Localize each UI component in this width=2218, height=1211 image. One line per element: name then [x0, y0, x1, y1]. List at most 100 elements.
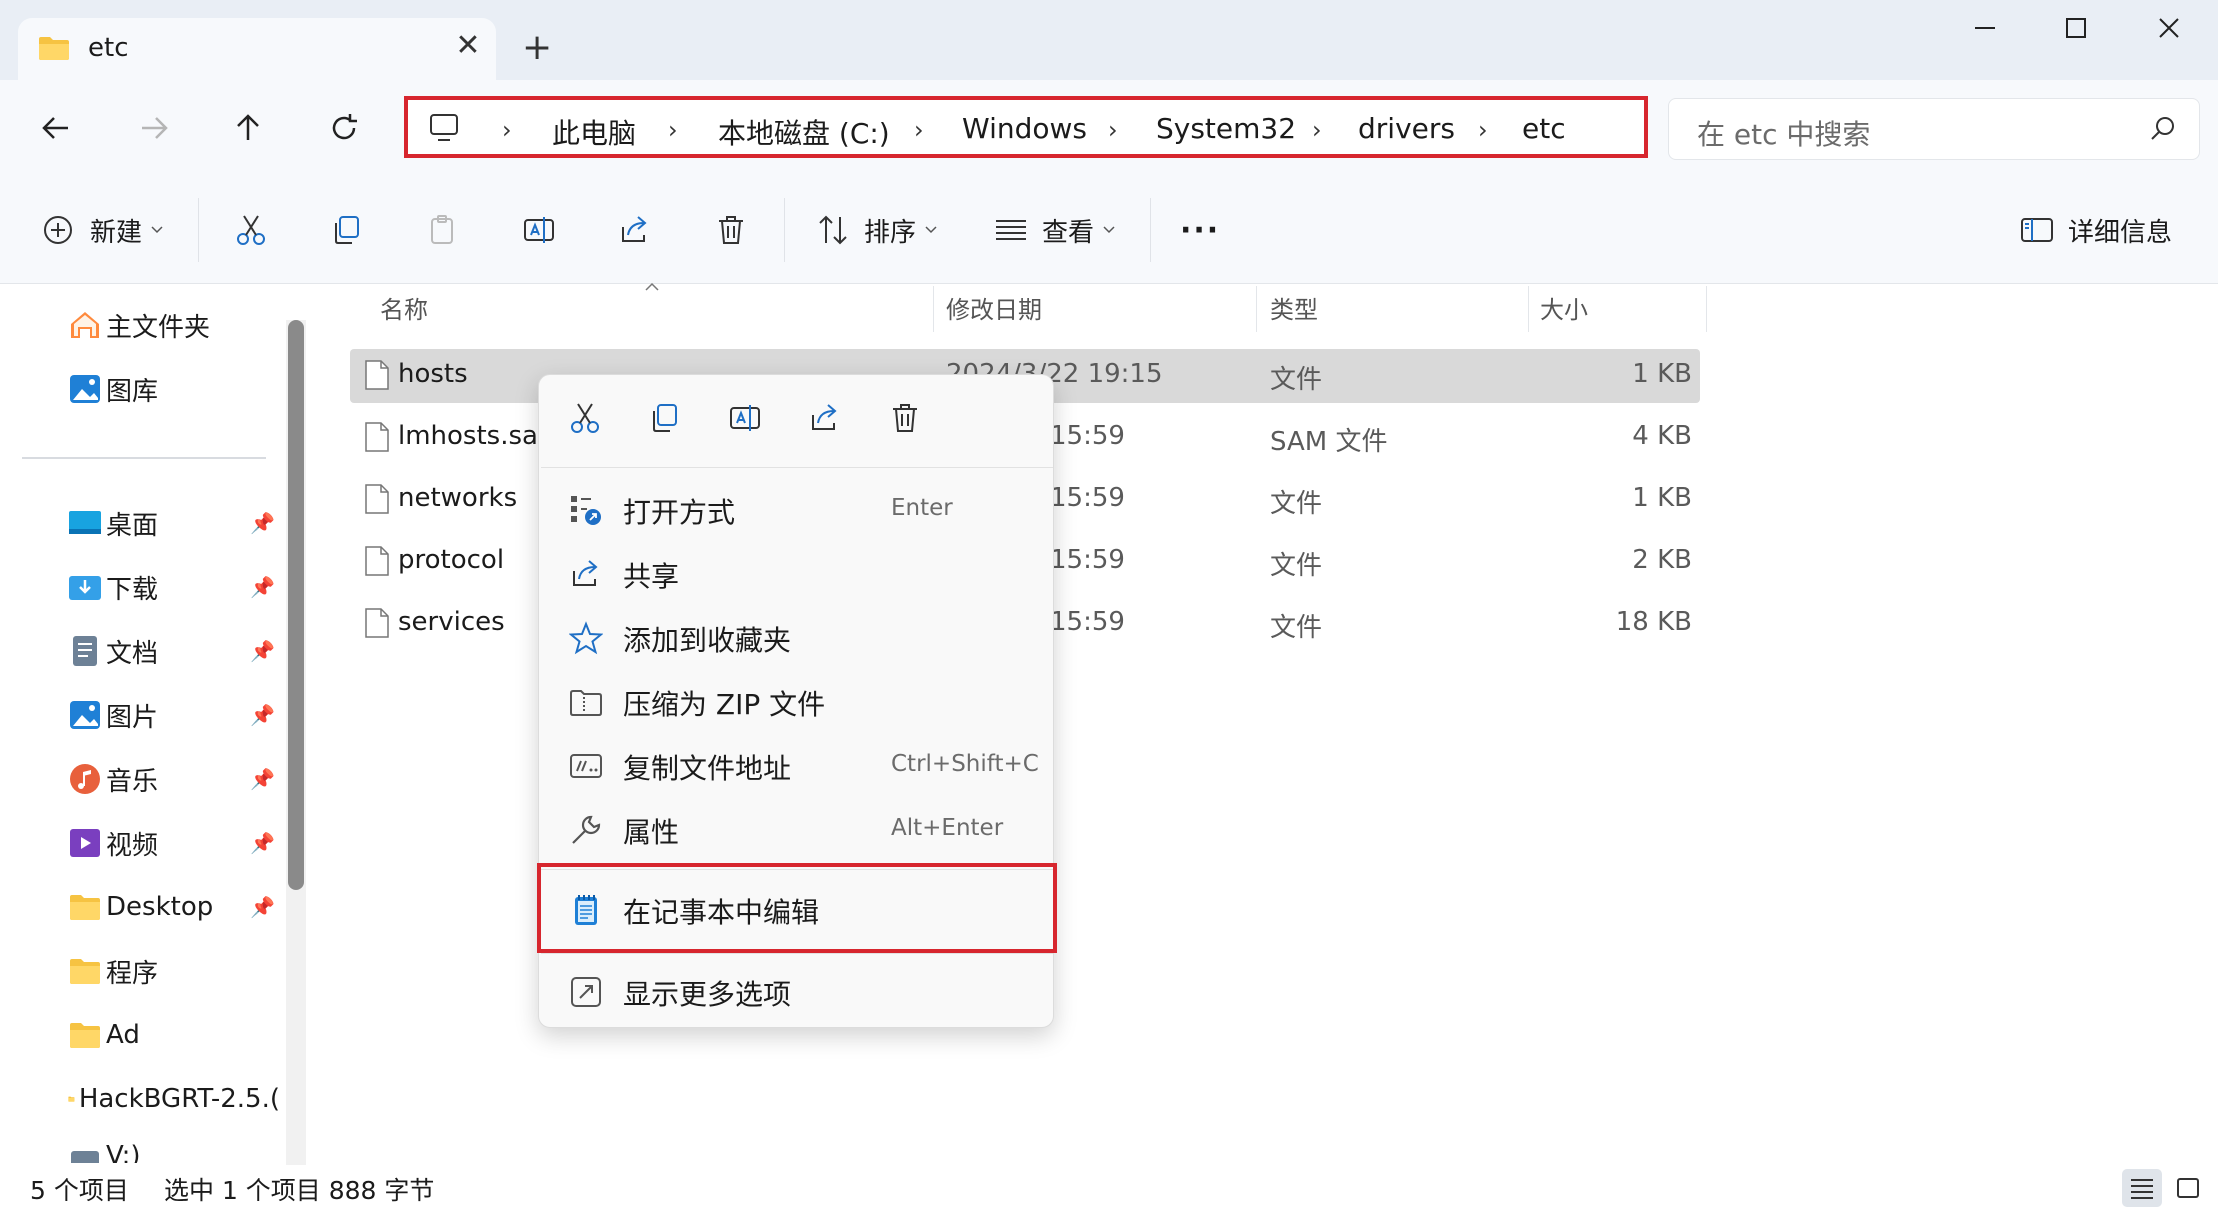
column-header-name[interactable]: 名称: [380, 290, 428, 325]
menu-item-shortcut: Ctrl+Shift+C: [891, 751, 1039, 777]
sidebar-item-programs[interactable]: 程序: [68, 949, 158, 993]
column-header-type[interactable]: 类型: [1270, 290, 1318, 325]
menu-cut-button[interactable]: [565, 401, 605, 441]
sidebar-item-downloads[interactable]: 下载: [68, 565, 158, 609]
file-icon: [365, 546, 389, 576]
breadcrumb-drivers[interactable]: drivers: [1358, 112, 1455, 145]
arrow-left-icon: [42, 117, 68, 139]
new-button[interactable]: 新建: [42, 208, 164, 252]
breadcrumb-etc[interactable]: etc: [1522, 112, 1566, 145]
menu-item-compress-zip[interactable]: 压缩为 ZIP 文件: [539, 671, 1053, 731]
copy-button[interactable]: [330, 208, 364, 252]
view-button[interactable]: 查看: [994, 208, 1116, 252]
sort-button[interactable]: 排序: [816, 208, 938, 252]
new-label: 新建: [90, 217, 143, 248]
menu-item-share[interactable]: 共享: [539, 543, 1053, 603]
details-view-button[interactable]: [2122, 1169, 2162, 1207]
breadcrumb-separator: ›: [1108, 116, 1118, 144]
share-button[interactable]: [618, 208, 652, 252]
rename-button[interactable]: [522, 208, 556, 252]
navigation-pane: 主文件夹 图库 桌面 📌 下载 📌 文档 📌 图片 📌 音乐 📌 视频 📌 De…: [0, 285, 316, 1180]
menu-item-copy-path[interactable]: 复制文件地址 Ctrl+Shift+C: [539, 735, 1053, 795]
home-icon: [71, 312, 99, 338]
menu-item-show-more-options[interactable]: 显示更多选项: [539, 961, 1053, 1021]
highlight-box: [537, 863, 1057, 953]
file-size: 1 KB: [1632, 359, 1692, 389]
search-placeholder: 在 etc 中搜索: [1697, 118, 1871, 151]
sidebar-item-label: 图片: [106, 702, 159, 733]
column-divider[interactable]: [933, 286, 934, 332]
file-modified: 15:59: [1050, 421, 1125, 451]
menu-item-open-with[interactable]: 打开方式 Enter: [539, 479, 1053, 539]
menu-item-label: 显示更多选项: [623, 978, 792, 1011]
folder-icon: [70, 895, 100, 920]
navigation-row: › 此电脑 › 本地磁盘 (C:) › Windows › System32 ›…: [0, 80, 2218, 176]
close-window-button[interactable]: [2124, 6, 2214, 56]
breadcrumb-local-disk[interactable]: 本地磁盘 (C:): [718, 112, 890, 152]
menu-item-label: 打开方式: [623, 496, 736, 529]
selection-info: 选中 1 个项目 888 字节: [164, 1176, 435, 1205]
menu-rename-button[interactable]: [725, 401, 765, 441]
sidebar-item-hackbgrt[interactable]: HackBGRT-2.5.(: [68, 1077, 280, 1121]
tab-etc[interactable]: etc ✕: [18, 18, 496, 80]
back-button[interactable]: [36, 110, 76, 150]
sidebar-item-home[interactable]: 主文件夹: [68, 303, 210, 347]
search-box[interactable]: 在 etc 中搜索: [1668, 98, 2200, 160]
column-divider[interactable]: [1528, 286, 1529, 332]
search-icon[interactable]: [2149, 115, 2177, 143]
sidebar-item-pictures[interactable]: 图片: [68, 693, 158, 737]
delete-button[interactable]: [714, 208, 748, 252]
sidebar-item-drive-v[interactable]: V:): [68, 1141, 141, 1163]
trash-icon: [719, 216, 743, 244]
file-icon: [365, 608, 389, 638]
more-options-button[interactable]: ···: [1180, 208, 1220, 252]
menu-copy-button[interactable]: [645, 401, 685, 441]
tiles-view-icon: [2177, 1178, 2199, 1198]
menu-item-properties[interactable]: 属性 Alt+Enter: [539, 799, 1053, 859]
sidebar-item-music[interactable]: 音乐: [68, 757, 158, 801]
view-lines-icon: [996, 220, 1026, 240]
sidebar-item-gallery[interactable]: 图库: [68, 367, 158, 411]
file-type: 文件: [1270, 613, 1323, 643]
breadcrumb-windows[interactable]: Windows: [962, 112, 1087, 145]
forward-button[interactable]: [134, 110, 174, 150]
column-header-size[interactable]: 大小: [1540, 290, 1588, 325]
menu-item-add-to-favorites[interactable]: 添加到收藏夹: [539, 607, 1053, 667]
cut-button[interactable]: [234, 208, 268, 252]
minimize-button[interactable]: [1940, 6, 2030, 56]
column-divider[interactable]: [1706, 286, 1707, 332]
sidebar-item-desktop[interactable]: 桌面: [68, 501, 158, 545]
command-bar: 新建 排序 查看 ··· 详细信息: [0, 176, 2218, 284]
paste-button[interactable]: [426, 208, 460, 252]
close-tab-icon[interactable]: ✕: [450, 28, 486, 63]
more-options-icon: [571, 977, 601, 1007]
menu-item-label: 压缩为 ZIP 文件: [623, 688, 826, 721]
details-pane-icon: [2021, 218, 2053, 242]
sidebar-item-ad[interactable]: Ad: [68, 1013, 140, 1057]
menu-divider: [541, 467, 1053, 468]
column-divider[interactable]: [1256, 286, 1257, 332]
sidebar-scrollbar[interactable]: [286, 320, 306, 1180]
title-bar: etc ✕ +: [0, 0, 2218, 80]
tiles-view-button[interactable]: [2168, 1169, 2208, 1207]
sidebar-item-documents[interactable]: 文档: [68, 629, 158, 673]
copy-path-icon: [570, 754, 602, 778]
scrollbar-thumb[interactable]: [288, 320, 304, 890]
menu-delete-button[interactable]: [885, 401, 925, 441]
refresh-button[interactable]: [324, 110, 364, 150]
details-pane-button[interactable]: 详细信息: [2020, 208, 2172, 252]
item-count: 5 个项目: [30, 1176, 129, 1205]
column-header-modified[interactable]: 修改日期: [946, 290, 1042, 325]
address-bar[interactable]: › 此电脑 › 本地磁盘 (C:) › Windows › System32 ›…: [404, 96, 1648, 158]
breadcrumb-separator: ›: [1312, 116, 1322, 144]
file-name: networks: [398, 483, 518, 513]
menu-share-button[interactable]: [805, 401, 845, 441]
new-tab-button[interactable]: +: [522, 28, 552, 68]
up-button[interactable]: [228, 110, 268, 150]
maximize-button[interactable]: [2031, 6, 2121, 56]
breadcrumb-system32[interactable]: System32: [1156, 112, 1296, 145]
sidebar-item-desktop-folder[interactable]: Desktop: [68, 885, 213, 929]
file-type: 文件: [1270, 551, 1323, 581]
breadcrumb-this-pc[interactable]: 此电脑: [552, 112, 636, 152]
sidebar-item-videos[interactable]: 视频: [68, 821, 158, 865]
